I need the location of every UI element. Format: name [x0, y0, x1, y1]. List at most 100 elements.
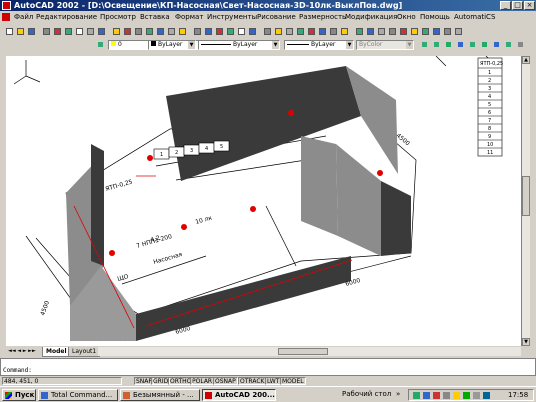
tab-model[interactable]: Model: [42, 347, 71, 357]
toolbar-tool-icon[interactable]: [144, 26, 153, 35]
toolbar-tool-icon[interactable]: [155, 26, 164, 35]
toolbar-tool-icon[interactable]: [111, 26, 120, 35]
desktop-toolbar-label[interactable]: Рабочий стол: [342, 390, 391, 398]
lineweight-dropdown[interactable]: ByLayer ▼: [284, 40, 354, 50]
close-button[interactable]: ×: [524, 1, 535, 10]
toolbar-tool-icon[interactable]: [328, 26, 337, 35]
tray-icon[interactable]: [423, 392, 430, 399]
start-button[interactable]: Пуск: [2, 389, 36, 401]
toolbar-tool-icon[interactable]: [262, 26, 271, 35]
tray-icon[interactable]: [413, 392, 420, 399]
menu-insert[interactable]: Вставка: [140, 11, 170, 23]
toolbar-tool-icon[interactable]: [317, 26, 326, 35]
toolbar-tool-icon[interactable]: [26, 26, 35, 35]
task-total-commander[interactable]: Total Command...: [38, 389, 118, 401]
toolbar-tool-icon[interactable]: [431, 26, 440, 35]
tray-icon[interactable]: [433, 392, 440, 399]
clock[interactable]: 17:58: [508, 391, 528, 399]
toolbar-tool-icon[interactable]: [339, 26, 348, 35]
toolbar-tool-icon[interactable]: [420, 26, 429, 35]
otrack-button[interactable]: OTRACK: [238, 377, 267, 385]
toolbar-tool-icon[interactable]: [273, 26, 282, 35]
toolbar-tool-icon[interactable]: [376, 26, 385, 35]
linetype-dropdown[interactable]: ByLayer ▼: [198, 40, 280, 50]
tray-icon[interactable]: [443, 392, 450, 399]
scroll-up-icon[interactable]: ▲: [522, 56, 530, 64]
toolbar-tool-icon[interactable]: [96, 26, 105, 35]
toolbar-tool-icon[interactable]: [306, 26, 315, 35]
render-tool-icon[interactable]: [444, 40, 453, 49]
minimize-button[interactable]: _: [500, 1, 511, 10]
render-tool-icon[interactable]: [492, 40, 501, 49]
autocad-app-icon[interactable]: [2, 1, 11, 10]
tab-nav-arrows[interactable]: ◄◄ ◄ ► ►►: [8, 348, 36, 354]
hscroll-thumb[interactable]: [278, 348, 328, 355]
toolbar-tool-icon[interactable]: [409, 26, 418, 35]
toolbar-tool-icon[interactable]: [166, 26, 175, 35]
toolbar-tool-icon[interactable]: [214, 26, 223, 35]
tray-arrow-icon[interactable]: »: [396, 390, 400, 398]
polar-button[interactable]: POLAR: [190, 377, 215, 385]
render-tool-icon[interactable]: [432, 40, 441, 49]
toolbar-tool-icon[interactable]: [225, 26, 234, 35]
lwt-button[interactable]: LWT: [265, 377, 282, 385]
maximize-button[interactable]: □: [512, 1, 523, 10]
toolbar-tool-icon[interactable]: [387, 26, 396, 35]
osnap-button[interactable]: OSNAP: [213, 377, 238, 385]
scroll-thumb[interactable]: [522, 176, 530, 216]
toolbar-tool-icon[interactable]: [365, 26, 374, 35]
layer-manager-icon[interactable]: [96, 40, 105, 49]
drawing-canvas[interactable]: ЯТП-0,25 1 2 3 4 5 6 7 8 9 10 11 1 2 3 4…: [6, 56, 521, 346]
toolbar-tool-icon[interactable]: [442, 26, 451, 35]
menu-format[interactable]: Формат: [175, 11, 203, 23]
toolbar-tool-icon[interactable]: [4, 26, 13, 35]
menu-draw[interactable]: Рисование: [257, 11, 296, 23]
toolbar-tool-icon[interactable]: [398, 26, 407, 35]
model-button[interactable]: MODEL: [280, 377, 306, 385]
menu-dimension[interactable]: Размерность: [299, 11, 346, 23]
toolbar-tool-icon[interactable]: [453, 26, 462, 35]
toolbar-tool-icon[interactable]: [85, 26, 94, 35]
color-dropdown[interactable]: ByLayer ▼: [148, 40, 196, 50]
render-tool-icon[interactable]: [468, 40, 477, 49]
render-tool-icon[interactable]: [516, 40, 525, 49]
tray-icon[interactable]: [463, 392, 470, 399]
task-paint[interactable]: Безымянный - ...: [120, 389, 200, 401]
horizontal-scrollbar[interactable]: [98, 347, 521, 356]
tray-icon[interactable]: [483, 392, 490, 399]
menu-automatics[interactable]: AutomatiCS: [454, 11, 495, 23]
toolbar-tool-icon[interactable]: [236, 26, 245, 35]
toolbar-tool-icon[interactable]: [122, 26, 131, 35]
toolbar-tool-icon[interactable]: [41, 26, 50, 35]
toolbar-tool-icon[interactable]: [284, 26, 293, 35]
speaker-icon[interactable]: [473, 392, 480, 399]
toolbar-tool-icon[interactable]: [295, 26, 304, 35]
toolbar-tool-icon[interactable]: [74, 26, 83, 35]
menu-edit[interactable]: Редактирование: [36, 11, 97, 23]
toolbar-tool-icon[interactable]: [52, 26, 61, 35]
menu-window[interactable]: Окно: [397, 11, 416, 23]
render-tool-icon[interactable]: [480, 40, 489, 49]
toolbar-tool-icon[interactable]: [177, 26, 186, 35]
menu-modify[interactable]: Модификация: [345, 11, 397, 23]
vertical-scrollbar[interactable]: ▲ ▼: [521, 56, 530, 346]
tab-layout1[interactable]: Layout1: [68, 347, 101, 357]
toolbar-tool-icon[interactable]: [192, 26, 201, 35]
task-autocad[interactable]: AutoCAD 200...: [202, 389, 276, 401]
document-icon[interactable]: [2, 13, 10, 21]
scroll-down-icon[interactable]: ▼: [522, 338, 530, 346]
toolbar-tool-icon[interactable]: [247, 26, 256, 35]
menu-help[interactable]: Помощь: [420, 11, 450, 23]
toolbar-tool-icon[interactable]: [15, 26, 24, 35]
command-window[interactable]: Command:: [0, 358, 536, 376]
render-tool-icon[interactable]: [420, 40, 429, 49]
toolbar-tool-icon[interactable]: [133, 26, 142, 35]
tray-icon[interactable]: [453, 392, 460, 399]
toolbar-tool-icon[interactable]: [203, 26, 212, 35]
command-prompt[interactable]: Command:: [3, 367, 32, 374]
toolbar-tool-icon[interactable]: [354, 26, 363, 35]
render-tool-icon[interactable]: [504, 40, 513, 49]
menu-tools[interactable]: Инструменты: [207, 11, 257, 23]
menu-view[interactable]: Просмотр: [100, 11, 136, 23]
menu-file[interactable]: Файл: [14, 11, 33, 23]
